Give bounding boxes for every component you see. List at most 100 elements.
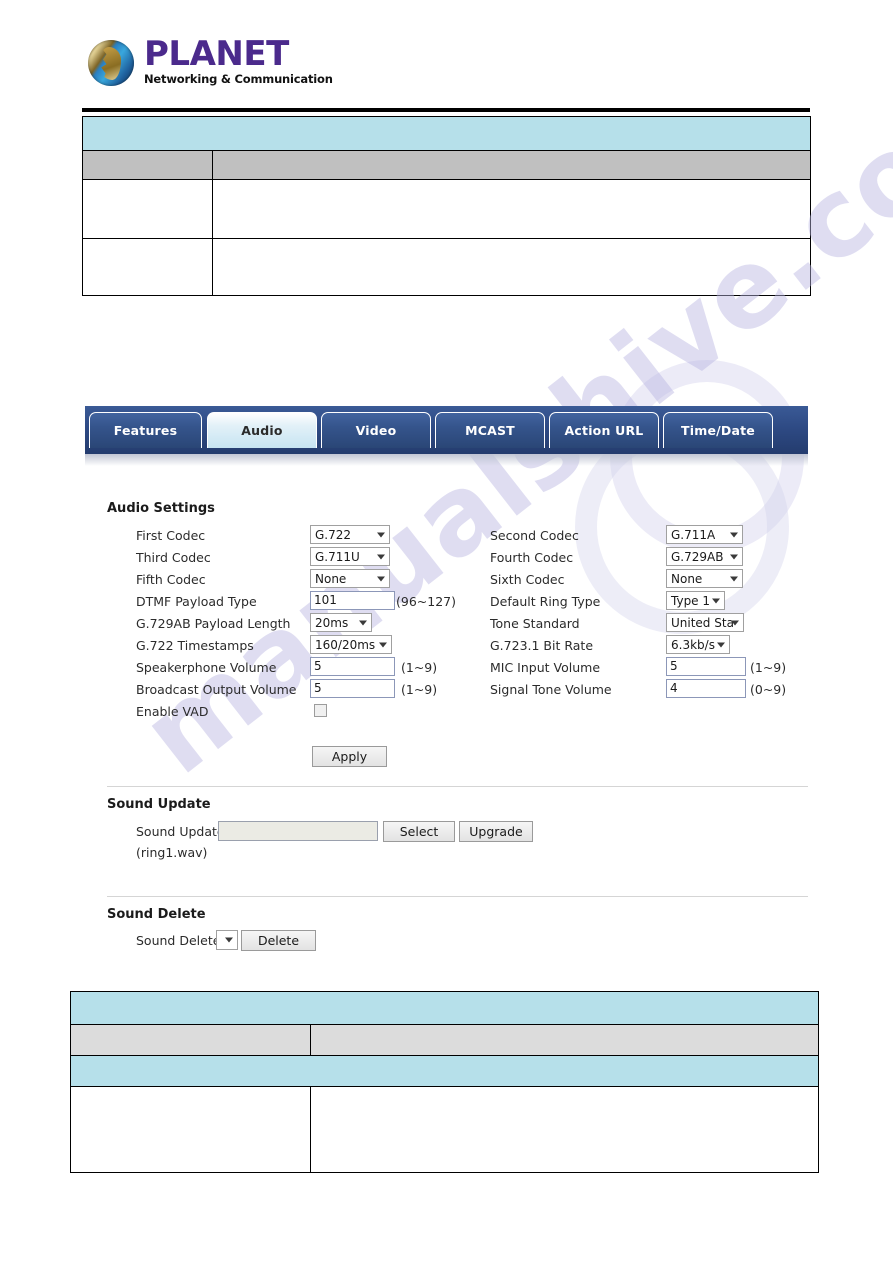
sound-update-heading: Sound Update (107, 797, 211, 812)
chevron-down-icon (717, 642, 725, 647)
chevron-down-icon (377, 554, 385, 559)
audio-settings-heading: Audio Settings (107, 501, 215, 516)
dtmf-payload-type-range: (96~127) (396, 594, 456, 609)
fifth-codec-value: None (315, 571, 347, 586)
tab-audio[interactable]: Audio (207, 412, 317, 448)
mic-input-volume-range: (1~9) (750, 660, 787, 675)
dtmf-payload-type-input[interactable]: 101 (310, 591, 395, 610)
planet-logo: PLANET Networking & Communication (88, 37, 333, 86)
chevron-down-icon (225, 937, 233, 943)
label-dtmf-payload-type: DTMF Payload Type (136, 594, 257, 609)
signal-tone-volume-value: 4 (670, 681, 678, 695)
sound-delete-divider (107, 896, 808, 897)
sixth-codec-select[interactable]: None (666, 569, 743, 588)
tone-standard-value: United Sta (671, 615, 734, 630)
apply-button[interactable]: Apply (312, 746, 387, 767)
label-enable-vad: Enable VAD (136, 704, 209, 719)
tab-label: Action URL (564, 423, 644, 438)
chevron-down-icon (712, 598, 720, 603)
label-sound-delete: Sound Delete (136, 933, 221, 948)
tabstrip-shadow (85, 454, 808, 466)
label-g7231-bit-rate: G.723.1 Bit Rate (490, 638, 594, 653)
sound-select-button[interactable]: Select (383, 821, 455, 842)
chevron-down-icon (730, 532, 738, 537)
broadcast-output-volume-range: (1~9) (401, 682, 438, 697)
tab-label: Audio (241, 423, 283, 438)
chevron-down-icon (731, 620, 739, 625)
tab-label: Features (113, 423, 178, 438)
default-ring-type-select[interactable]: Type 1 (666, 591, 725, 610)
speakerphone-volume-range: (1~9) (401, 660, 438, 675)
first-codec-select[interactable]: G.722 (310, 525, 390, 544)
fourth-codec-value: G.729AB (671, 549, 724, 564)
tab-features[interactable]: Features (89, 412, 202, 448)
label-mic-input-volume: MIC Input Volume (490, 660, 601, 675)
g729ab-payload-length-value: 20ms (315, 615, 349, 630)
speakerphone-volume-input[interactable]: 5 (310, 657, 395, 676)
label-second-codec: Second Codec (490, 528, 579, 543)
second-codec-select[interactable]: G.711A (666, 525, 743, 544)
chevron-down-icon (730, 554, 738, 559)
label-g722-timestamps: G.722 Timestamps (136, 638, 254, 653)
sound-update-divider (107, 786, 808, 787)
chevron-down-icon (359, 620, 367, 625)
tab-label: Time/Date (681, 423, 755, 438)
speakerphone-volume-value: 5 (314, 659, 322, 673)
label-tone-standard: Tone Standard (490, 616, 580, 631)
label-signal-tone-volume: Signal Tone Volume (490, 682, 612, 697)
broadcast-output-volume-value: 5 (314, 681, 322, 695)
label-third-codec: Third Codec (136, 550, 211, 565)
tab-label: Video (355, 423, 397, 438)
sound-upgrade-button[interactable]: Upgrade (459, 821, 533, 842)
label-fifth-codec: Fifth Codec (136, 572, 206, 587)
sound-update-file-input[interactable] (218, 821, 378, 841)
sound-delete-heading: Sound Delete (107, 907, 206, 922)
label-first-codec: First Codec (136, 528, 206, 543)
sixth-codec-value: None (671, 571, 703, 586)
tab-time-date[interactable]: Time/Date (663, 412, 773, 448)
tab-mcast[interactable]: MCAST (435, 412, 545, 448)
g722-timestamps-select[interactable]: 160/20ms (310, 635, 392, 654)
third-codec-select[interactable]: G.711U (310, 547, 390, 566)
brand-block: PLANET Networking & Communication (144, 37, 333, 86)
label-fourth-codec: Fourth Codec (490, 550, 574, 565)
first-codec-value: G.722 (315, 527, 352, 542)
sound-update-note: (ring1.wav) (136, 845, 208, 860)
fifth-codec-select[interactable]: None (310, 569, 390, 588)
settings-tabstrip: Features Audio Video MCAST Action URL Ti… (85, 406, 808, 454)
g7231-bit-rate-value: 6.3kb/s (671, 637, 715, 652)
label-sixth-codec: Sixth Codec (490, 572, 565, 587)
globe-face-shape (100, 47, 121, 80)
default-ring-type-value: Type 1 (671, 593, 711, 608)
g7231-bit-rate-select[interactable]: 6.3kb/s (666, 635, 730, 654)
brand-tagline: Networking & Communication (144, 72, 333, 86)
enable-vad-checkbox[interactable] (314, 704, 327, 717)
label-speakerphone-volume: Speakerphone Volume (136, 660, 277, 675)
g722-timestamps-value: 160/20ms (315, 637, 376, 652)
audio-settings-panel: Audio Settings First Codec Third Codec F… (0, 0, 893, 1263)
mic-input-volume-input[interactable]: 5 (666, 657, 746, 676)
label-broadcast-output-volume: Broadcast Output Volume (136, 682, 297, 697)
chevron-down-icon (377, 576, 385, 581)
label-default-ring-type: Default Ring Type (490, 594, 601, 609)
broadcast-output-volume-input[interactable]: 5 (310, 679, 395, 698)
chevron-down-icon (379, 642, 387, 647)
chevron-down-icon (377, 532, 385, 537)
sound-delete-button[interactable]: Delete (241, 930, 316, 951)
mic-input-volume-value: 5 (670, 659, 678, 673)
chevron-down-icon (730, 576, 738, 581)
dtmf-payload-type-value: 101 (314, 593, 337, 607)
signal-tone-volume-input[interactable]: 4 (666, 679, 746, 698)
label-sound-update: Sound Update (136, 824, 225, 839)
g729ab-payload-length-select[interactable]: 20ms (310, 613, 372, 632)
second-codec-value: G.711A (671, 527, 716, 542)
label-g729ab-payload-length: G.729AB Payload Length (136, 616, 291, 631)
sound-delete-select[interactable] (216, 930, 238, 950)
tab-video[interactable]: Video (321, 412, 431, 448)
tab-label: MCAST (465, 423, 515, 438)
tone-standard-select[interactable]: United Sta (666, 613, 744, 632)
tab-action-url[interactable]: Action URL (549, 412, 659, 448)
signal-tone-volume-range: (0~9) (750, 682, 787, 697)
third-codec-value: G.711U (315, 549, 360, 564)
fourth-codec-select[interactable]: G.729AB (666, 547, 743, 566)
